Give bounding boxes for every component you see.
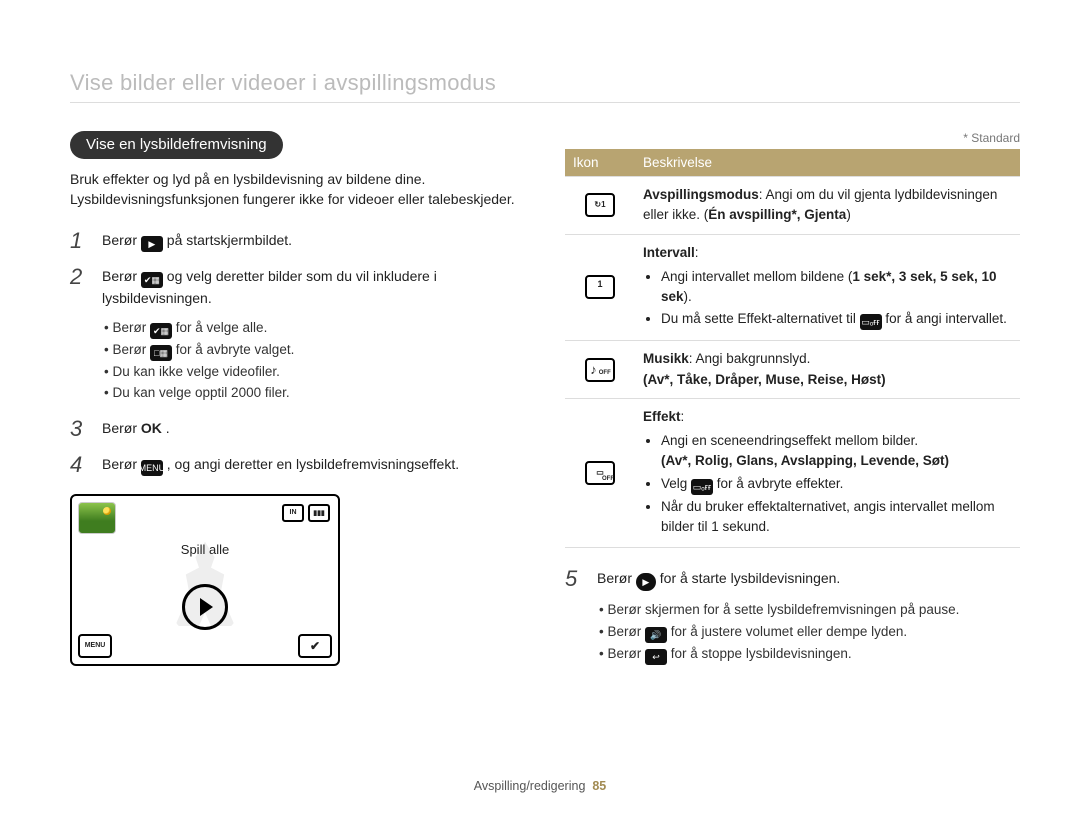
select-all-icon: ✔▦ — [150, 323, 172, 339]
step-2-bullet: Berør □▦ for å avbryte valget. — [104, 339, 525, 361]
preview-menu-button: MENU — [78, 634, 112, 658]
back-icon: ↩ — [645, 649, 667, 665]
battery-icon: ▮▮▮ — [308, 504, 330, 522]
step-2-bullet: Du kan velge opptil 2000 filer. — [104, 382, 525, 404]
interval-icon — [585, 275, 615, 299]
step-number: 2 — [70, 266, 88, 404]
step-5-bullet: Berør skjermen for å sette lysbildefremv… — [599, 599, 1020, 621]
step-number: 4 — [70, 454, 88, 476]
camera-preview: IN ▮▮▮ Spill alle MENU ✔ — [70, 494, 340, 666]
table-header-desc: Beskrivelse — [635, 149, 1020, 177]
intro-paragraph: Bruk effekter og lyd på en lysbildevisni… — [70, 169, 525, 210]
ok-icon: OK — [141, 420, 162, 436]
music-off-icon — [585, 358, 615, 382]
left-column: Vise en lysbildefremvisning Bruk effekte… — [70, 131, 525, 679]
play-icon: ▶ — [636, 573, 656, 591]
manual-page: Vise bilder eller videoer i avspillingsm… — [0, 0, 1080, 815]
step-5: 5 Berør ▶ for å starte lysbildevisningen… — [565, 568, 1020, 665]
menu-icon: MENU — [141, 460, 163, 476]
page-title: Vise bilder eller videoer i avspillingsm… — [70, 70, 1020, 103]
step-number: 3 — [70, 418, 88, 440]
page-number: 85 — [592, 779, 606, 793]
preview-select-button: ✔ — [298, 634, 332, 658]
step-3: 3 Berør OK . — [70, 418, 525, 440]
step-4: 4 Berør MENU , og angi deretter en lysbi… — [70, 454, 525, 476]
preview-caption: Spill alle — [72, 542, 338, 557]
step-2: 2 Berør ✔▦ og velg deretter bilder som d… — [70, 266, 525, 404]
effect-off-icon: ▭ₒғғ — [691, 479, 713, 495]
slideshow-home-icon: ▶ — [141, 236, 163, 252]
table-row: Musikk: Angi bakgrunnslyd. (Av*, Tåke, D… — [565, 341, 1020, 399]
step-1: 1 Berør ▶ på startskjermbildet. — [70, 230, 525, 252]
step-number: 1 — [70, 230, 88, 252]
step-2-bullet: Berør ✔▦ for å velge alle. — [104, 317, 525, 339]
page-footer: Avspilling/redigering 85 — [0, 779, 1080, 793]
step-5-bullet: Berør 🔊 for å justere volumet eller demp… — [599, 621, 1020, 643]
volume-icon: 🔊 — [645, 627, 667, 643]
right-column: * Standard Ikon Beskrivelse ↻1 Avspillin… — [565, 131, 1020, 679]
play-button-icon — [182, 584, 228, 630]
preview-thumbnail-icon — [78, 502, 116, 534]
section-heading: Vise en lysbildefremvisning — [70, 131, 283, 159]
select-images-icon: ✔▦ — [141, 272, 163, 288]
repeat-mode-icon: ↻1 — [585, 193, 615, 217]
effect-off-icon: ▭ₒғғ — [860, 314, 882, 330]
step-5-bullet: Berør ↩ for å stoppe lysbildevisningen. — [599, 643, 1020, 665]
standard-note: * Standard — [565, 131, 1020, 145]
deselect-icon: □▦ — [150, 345, 172, 361]
effect-icon: ▭ — [585, 461, 615, 485]
table-row: ▭ Effekt: Angi en sceneendringseffekt me… — [565, 398, 1020, 547]
table-header-icon: Ikon — [565, 149, 635, 177]
step-number: 5 — [565, 568, 583, 665]
table-row: Intervall: Angi intervallet mellom bilde… — [565, 234, 1020, 341]
storage-in-icon: IN — [282, 504, 304, 522]
step-2-bullet: Du kan ikke velge videofiler. — [104, 361, 525, 383]
table-row: ↻1 Avspillingsmodus: Angi om du vil gjen… — [565, 177, 1020, 235]
options-table: Ikon Beskrivelse ↻1 Avspillingsmodus: An… — [565, 149, 1020, 548]
